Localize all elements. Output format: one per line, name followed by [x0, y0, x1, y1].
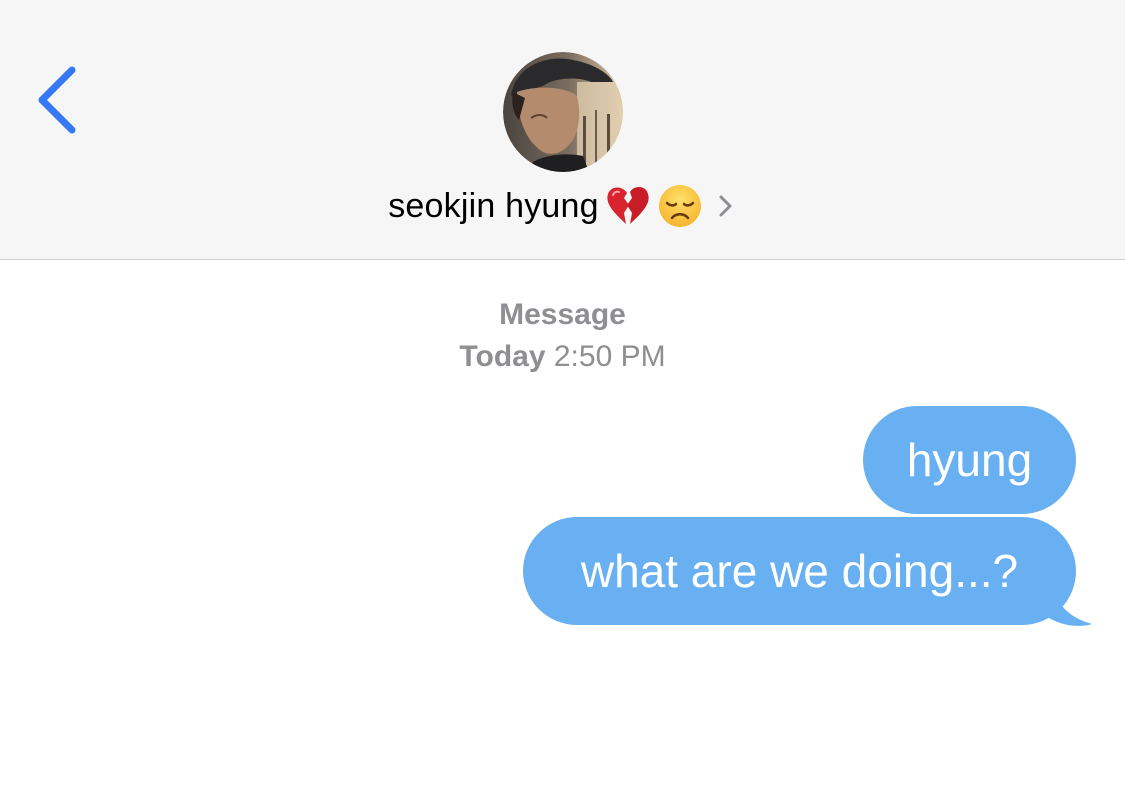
broken-heart-emoji-icon [607, 186, 649, 224]
sent-message-bubble[interactable]: hyung [863, 406, 1076, 514]
timestamp: Today 2:50 PM [0, 336, 1125, 378]
service-label: Message [499, 298, 626, 331]
message-meta: Message Today 2:50 PM [0, 296, 1125, 378]
chevron-right-icon [719, 195, 732, 217]
bubble-tail [1036, 582, 1092, 626]
messages-screen: seokjin hyung Message Today 2:50 PM hyun… [0, 0, 1125, 785]
contact-avatar[interactable] [503, 52, 623, 172]
contact-name: seokjin hyung [388, 186, 599, 225]
timestamp-day: Today [459, 340, 546, 373]
chevron-left-icon [38, 66, 76, 134]
back-button[interactable] [22, 58, 102, 142]
contact-photo [503, 52, 623, 172]
timestamp-time: 2:50 PM [553, 340, 666, 373]
conversation-header: seokjin hyung [0, 0, 1125, 260]
contact-name-row[interactable]: seokjin hyung [0, 180, 1125, 232]
disappointed-face-emoji-icon [658, 185, 701, 227]
sent-message-bubble[interactable]: what are we doing...? [523, 517, 1076, 625]
